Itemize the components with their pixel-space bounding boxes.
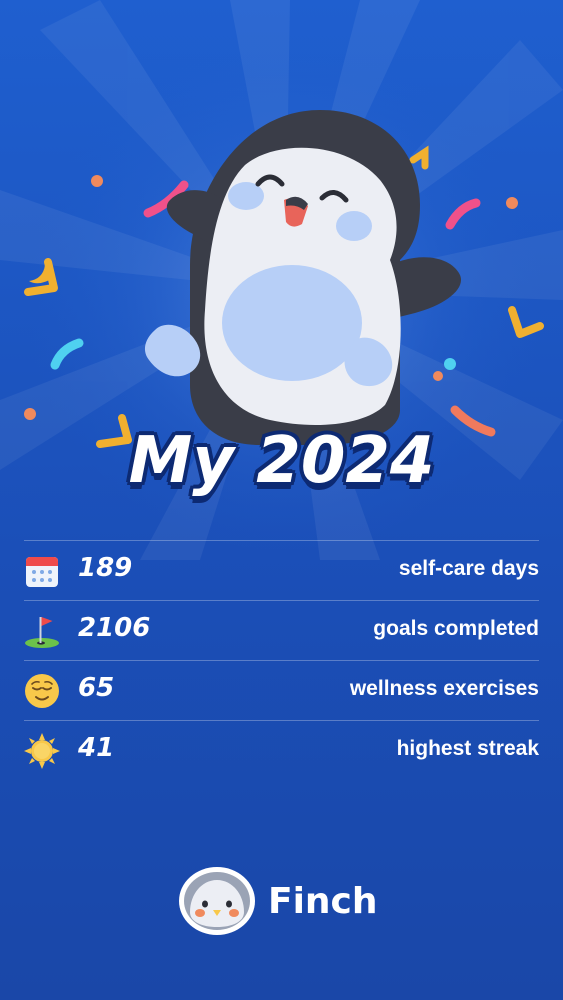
brand-footer: Finch [178, 866, 378, 936]
relieved-face-icon [25, 673, 59, 708]
stat-row-self-care-days: 189 self-care days [24, 540, 539, 600]
stat-label: wellness exercises [349, 677, 539, 700]
stat-row-wellness-exercises: 65 wellness exercises [24, 660, 539, 720]
finch-logo-icon [179, 867, 255, 935]
page-title: My 2024 [128, 424, 435, 498]
stat-value: 41 [78, 732, 115, 763]
stat-value: 189 [78, 552, 133, 583]
stat-value: 2106 [78, 612, 151, 643]
stats-list: 189 self-care days 2106 goals completed … [24, 540, 539, 780]
brand-name: Finch [268, 880, 378, 922]
stat-value: 65 [78, 672, 115, 703]
stat-label: highest streak [396, 737, 539, 760]
stat-row-highest-streak: 41 highest streak [24, 720, 539, 780]
golf-flag-icon [25, 616, 59, 648]
calendar-icon [26, 556, 58, 587]
sun-icon [24, 732, 60, 769]
stat-label: goals completed [373, 617, 539, 640]
stat-label: self-care days [398, 557, 539, 580]
stat-row-goals-completed: 2106 goals completed [24, 600, 539, 660]
